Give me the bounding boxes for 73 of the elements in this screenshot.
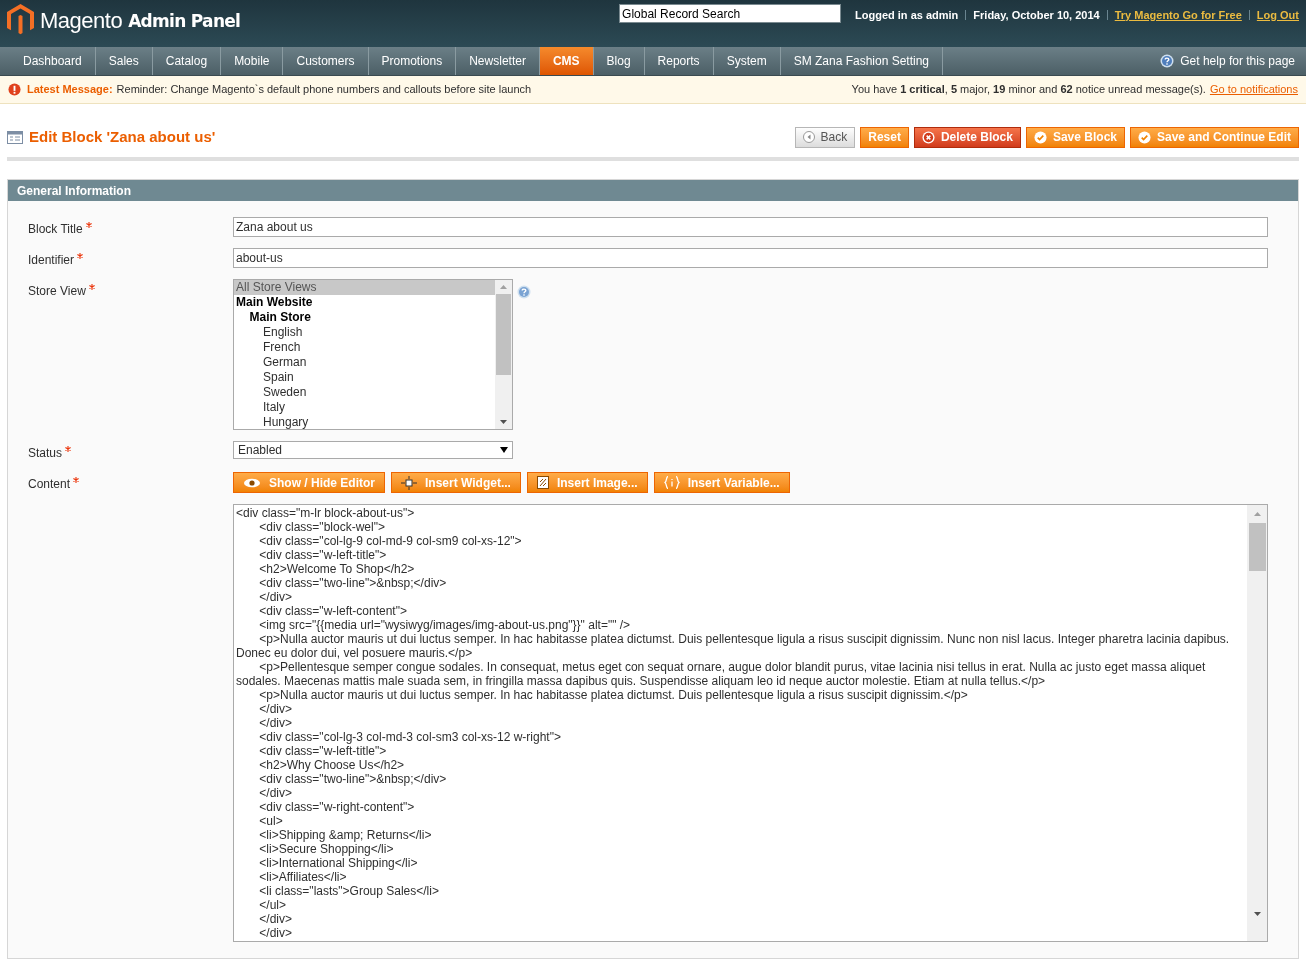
scrollbar[interactable] [495, 280, 512, 429]
header-link[interactable]: Log Out [1256, 7, 1299, 24]
help-icon [517, 285, 531, 299]
header-link[interactable]: Try Magento Go for Free [1114, 7, 1242, 24]
widget-icon [401, 475, 417, 490]
nav-tab[interactable]: Promotions [368, 47, 457, 75]
scrollbar[interactable] [1247, 505, 1267, 941]
scroll-down-icon[interactable] [1253, 912, 1261, 916]
store-view-list[interactable]: All Store Views Main Website Main Store English French German Spain Sweden Italy Hungary [233, 279, 513, 430]
action-button[interactable]: Back [794, 126, 856, 148]
store-view-option[interactable]: Hungary [234, 415, 495, 429]
store-view-option[interactable]: All Store Views [234, 280, 495, 295]
message-label: Latest Message: [27, 82, 113, 98]
logo-text: Magento [40, 6, 123, 35]
check-icon [1033, 130, 1047, 144]
text-field[interactable]: about-us [233, 248, 1268, 268]
action-button[interactable]: Delete Block [913, 126, 1021, 148]
nav-tab[interactable]: CMS [539, 47, 594, 75]
nav-tab[interactable]: Newsletter [456, 47, 540, 75]
nav-tab[interactable]: System [713, 47, 781, 75]
scroll-up-icon[interactable] [1253, 512, 1261, 516]
date-text: Friday, October 10, 2014 [973, 8, 1100, 23]
block-icon [7, 130, 23, 144]
separator-line [1106, 10, 1108, 21]
store-view-option[interactable]: Main Website [234, 295, 495, 310]
separator-line [965, 10, 967, 21]
field-label: Content [28, 477, 71, 491]
image-icon [536, 476, 549, 489]
check-icon [1138, 130, 1151, 144]
content-field[interactable]: <div class="m-lr block-about-us"> <div class="block-wel"> <div class="col-lg-9 col-md-9 col-sm9 col-xs-12"> <div class="w-left-title"> <h2>Welcome To Shop</h2> <div class="two-line">&nbsp;</div> </div> <div class="w-left-content"> <img src="{{media url="wysiwyg/images/img-about-us.png"}}" alt="" /> <p>Nulla auctor mauris ut dui luctus semper. In hac habitasse platea dictumst. Duis pellentesque ligula a risus suscipit dignissim. Nunc non nisl lacus. Integer pharetra lacinia dapibus. Donec eu dolor dui, vel posuere mauris.</p> <p>Pellentesque semper congue sodales. In consequat, metus eget con sequat ornare, augue dolor blandit purus, vitae lacinia nisi tellus in erat. Nulla ac justo eget massa aliquet sodales. Maecenas mattis male suada sem, in fringilla massa dapibus quis. Suspendisse aliquam leo id neque auctor molestie. Etiam at nulla tellus.</p> <p>Nulla auctor mauris ut dui luctus semper. In hac habitasse platea dictumst. Duis pellentesque ligula a risus suscipit dignissim.</p> </div> </div> <div class="col-lg-3 col-md-3 col-sm3 col-xs-12 w-right"> <div class="w-left-title"> <h2>Why Choose Us</h2> <div class="two-line">&nbsp;</div> </div> <div class="w-right-content"> <ul> <li>Shipping &amp; Returns</li> <li>Secure Shopping</li> <li>International Shipping</li> <li>Affiliates</li> <li class="lasts">Group Sales</li> </ul> </div> </div> [233, 504, 1268, 942]
nav-tab[interactable]: SM Zana Fashion Setting [780, 47, 944, 75]
separator-line [1248, 10, 1250, 21]
search-field[interactable]: Global Record Search [619, 4, 842, 23]
scroll-up-icon[interactable] [500, 285, 507, 289]
nav-tab[interactable]: Sales [95, 47, 153, 75]
braces-icon [663, 476, 680, 489]
store-view-option[interactable]: Spain [234, 370, 495, 385]
field-label: Status [28, 446, 63, 460]
nav-tab[interactable]: Dashboard [10, 47, 96, 75]
status-select[interactable]: Enabled [233, 441, 513, 459]
store-view-option[interactable]: Sweden [234, 385, 495, 400]
status-value: Enabled [238, 442, 283, 459]
logged-in-text: Logged in as admin [855, 8, 959, 23]
close-icon [921, 130, 935, 144]
text-field[interactable]: Zana about us [233, 217, 1268, 237]
help-icon [1160, 54, 1175, 68]
store-view-option[interactable]: French [234, 340, 495, 355]
nav-tab[interactable]: Blog [593, 47, 645, 75]
alert-icon [8, 83, 21, 96]
scroll-down-icon[interactable] [500, 420, 507, 424]
nav-tab[interactable]: Catalog [152, 47, 222, 75]
nav-tab[interactable]: Mobile [221, 47, 284, 75]
section-header: General Information [8, 180, 1298, 201]
field-label: Block Title [28, 222, 83, 236]
message-summary: You have 1 critical, 5 major, 19 minor and 62 notice unread message(s). [851, 82, 1206, 98]
notifications-link[interactable]: Go to notifications [1209, 81, 1298, 98]
help-link[interactable]: Get help for this page [1180, 52, 1295, 70]
eye-icon [243, 477, 261, 488]
store-view-option[interactable]: German [234, 355, 495, 370]
logo-subtitle: Admin Panel [128, 9, 241, 33]
logo-icon [7, 4, 34, 36]
page-title: Edit Block 'Zana about us' [29, 126, 216, 147]
nav-tab[interactable]: Customers [283, 47, 369, 75]
field-label: Store View [28, 284, 86, 298]
message-text: Reminder: Change Magento`s default phone numbers and callouts before site launch [116, 82, 532, 98]
nav-tab[interactable]: Reports [644, 47, 714, 75]
scroll-thumb[interactable] [1248, 523, 1266, 571]
store-view-option[interactable]: English [234, 325, 495, 340]
dropdown-caret-icon [500, 447, 508, 453]
field-label: Identifier [28, 253, 75, 267]
store-view-option[interactable]: Main Store [234, 310, 495, 325]
store-view-option[interactable]: Italy [234, 400, 495, 415]
scroll-thumb[interactable] [496, 294, 511, 375]
